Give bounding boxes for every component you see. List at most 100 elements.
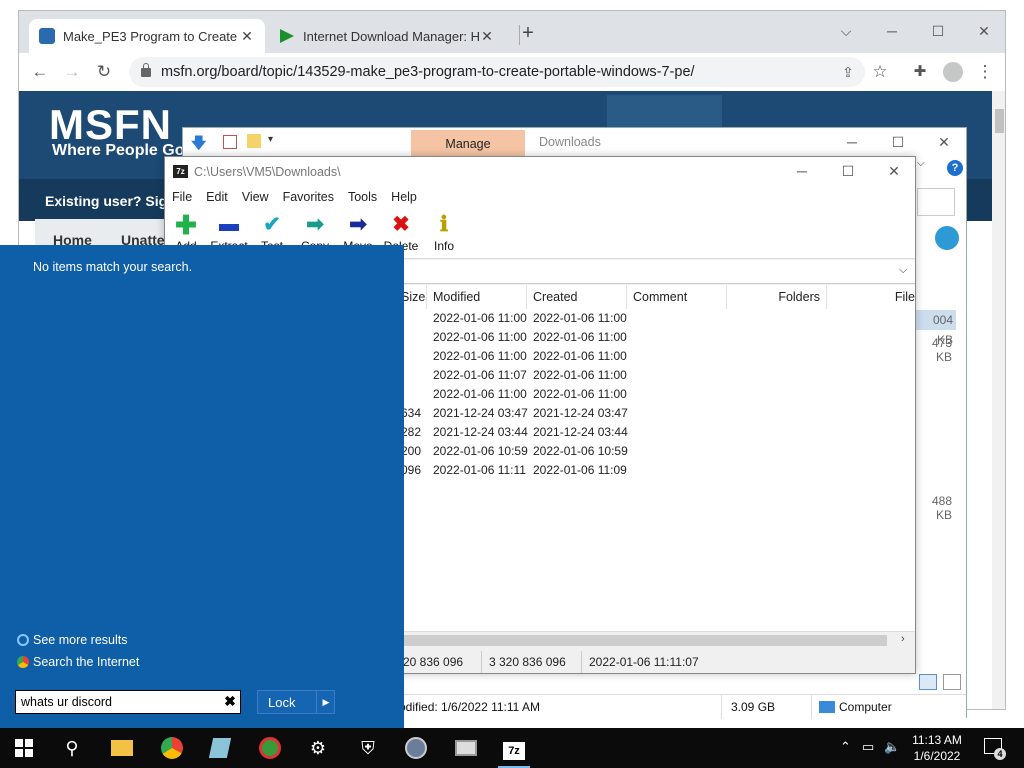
search-icon: [17, 634, 29, 646]
search-explorer-box[interactable]: [917, 188, 955, 216]
copy-icon: ➡: [306, 213, 324, 236]
refresh-globe-icon[interactable]: [935, 226, 959, 250]
download-arrow-icon[interactable]: 🡇: [191, 133, 206, 158]
divider: [481, 651, 482, 673]
properties-icon[interactable]: [223, 135, 237, 149]
see-more-results-link[interactable]: See more results: [17, 633, 127, 647]
column-files[interactable]: File: [827, 285, 915, 309]
page-scrollbar[interactable]: [992, 91, 1005, 709]
cell-modified: 2022-01-06 11:11: [433, 463, 526, 477]
tray-chevron-up-icon[interactable]: ⌃: [840, 739, 851, 755]
column-folders[interactable]: Folders: [727, 285, 827, 309]
divider: [581, 651, 582, 673]
menu-help[interactable]: Help: [384, 187, 424, 209]
lock-button[interactable]: Lock ▶: [257, 690, 335, 714]
share-icon[interactable]: ⇪: [837, 61, 859, 83]
tab-idm[interactable]: Internet Download Manager: Hig ✕: [269, 19, 505, 53]
column-created[interactable]: Created: [527, 285, 627, 309]
app-circle-icon[interactable]: [400, 732, 432, 764]
delete-icon: ✖: [392, 213, 410, 236]
explorer-title: Downloads: [539, 135, 601, 149]
settings-gear-icon[interactable]: ⚙: [302, 732, 334, 764]
power-options-arrow-icon[interactable]: ▶: [316, 691, 335, 713]
file-explorer-icon[interactable]: [106, 732, 138, 764]
column-modified[interactable]: Modified: [427, 285, 527, 309]
new-folder-icon[interactable]: [247, 134, 261, 148]
cell-modified: 2022-01-06 11:00: [433, 311, 527, 325]
address-bar[interactable]: msfn.org/board/topic/143529-make_pe3-pro…: [129, 57, 865, 87]
maximize-button[interactable]: ☐: [833, 157, 863, 185]
menu-edit[interactable]: Edit: [199, 187, 235, 209]
menu-dots-icon[interactable]: ⋮: [974, 61, 996, 83]
monitor-app-icon[interactable]: [450, 732, 482, 764]
forward-button[interactable]: →: [61, 61, 83, 83]
maximize-button[interactable]: ☐: [883, 128, 913, 156]
menu-file[interactable]: File: [165, 187, 199, 209]
start-search-input[interactable]: whats ur discord: [15, 690, 241, 714]
chrome-icon[interactable]: [156, 732, 188, 764]
column-comment[interactable]: Comment: [627, 285, 727, 309]
status-selected-size: 3 320 836 096: [489, 655, 566, 669]
ribbon-collapse-icon[interactable]: ⌵: [917, 158, 925, 169]
clock-time: 11:13 AM: [912, 733, 962, 747]
msfn-favicon-icon: [39, 28, 55, 44]
clear-search-icon[interactable]: ✖: [221, 693, 239, 711]
tab-make-pe3[interactable]: Make_PE3 Program to Create Po ✕: [29, 19, 265, 53]
search-internet-link[interactable]: Search the Internet: [17, 655, 139, 669]
divider: [721, 695, 722, 719]
menu-view[interactable]: View: [235, 187, 276, 209]
menu-favorites[interactable]: Favorites: [276, 187, 341, 209]
sevenzip-taskbar-icon[interactable]: 7z: [498, 732, 530, 764]
start-windows-icon[interactable]: [8, 732, 40, 764]
bookmark-star-icon[interactable]: ☆: [869, 61, 891, 83]
sevenzip-titlebar: 7z C:\Users\VM5\Downloads\ ─ ☐ ✕: [165, 157, 915, 187]
explorer-titlebar: 🡇 ▾ Manage Downloads ─ ☐ ✕: [183, 128, 966, 158]
taskbar-clock[interactable]: 11:13 AM 1/6/2022: [906, 732, 968, 764]
info-button[interactable]: ℹ Info: [419, 213, 469, 253]
cell-created: 2021-12-24 03:44: [533, 425, 628, 439]
sign-in-link[interactable]: Existing user? Sign I: [45, 193, 183, 209]
cell-created: 2022-01-06 11:00: [533, 311, 627, 325]
profile-avatar[interactable]: [943, 62, 963, 82]
paint-icon[interactable]: [204, 732, 236, 764]
toolbar: ← → ↻ msfn.org/board/topic/143529-make_p…: [19, 53, 1005, 91]
status-computer: Computer: [839, 700, 892, 714]
reload-button[interactable]: ↻: [93, 61, 115, 83]
quick-access-dropdown-icon[interactable]: ▾: [268, 134, 273, 145]
scroll-thumb[interactable]: [403, 635, 887, 646]
scroll-thumb[interactable]: [995, 109, 1004, 133]
close-tab-icon[interactable]: ✕: [479, 28, 495, 45]
cell-created: 2022-01-06 10:59: [533, 444, 628, 458]
close-button[interactable]: ✕: [879, 157, 909, 185]
move-icon: ➡: [349, 213, 367, 236]
cell-created: 2021-12-24 03:47: [533, 406, 628, 420]
manage-tab[interactable]: Manage: [411, 130, 525, 158]
chevron-down-icon[interactable]: ⌵: [899, 264, 907, 277]
minimize-button[interactable]: ─: [837, 128, 867, 156]
help-icon[interactable]: ?: [947, 160, 963, 176]
cell-created: 2022-01-06 11:09: [533, 463, 627, 477]
back-button[interactable]: ←: [29, 61, 51, 83]
large-icons-view-icon[interactable]: [943, 674, 961, 690]
minimize-button[interactable]: ─: [787, 157, 817, 185]
scroll-right-icon[interactable]: ›: [901, 633, 905, 645]
volume-muted-icon[interactable]: 🔈: [884, 739, 900, 755]
new-tab-button[interactable]: +: [517, 22, 539, 44]
cell-modified: 2021-12-24 03:47: [433, 406, 528, 420]
tab-search-chevron-icon[interactable]: ⌵: [831, 17, 861, 45]
search-icon[interactable]: ⚲: [56, 732, 88, 764]
menu-tools[interactable]: Tools: [341, 187, 384, 209]
close-button[interactable]: ✕: [969, 17, 999, 45]
status-size: 3.09 GB: [731, 700, 776, 714]
close-tab-icon[interactable]: ✕: [239, 28, 255, 45]
idm-icon[interactable]: [254, 732, 286, 764]
details-view-icon[interactable]: [919, 674, 937, 690]
minimize-button[interactable]: ─: [877, 17, 907, 45]
extensions-icon[interactable]: ✚: [909, 61, 931, 83]
chrome-icon: [17, 656, 29, 668]
network-icon[interactable]: ▭: [862, 739, 874, 755]
maximize-button[interactable]: ☐: [923, 17, 953, 45]
close-button[interactable]: ✕: [929, 128, 959, 156]
security-shield-icon[interactable]: ⛨: [352, 732, 384, 764]
test-icon: ✔: [263, 213, 281, 236]
